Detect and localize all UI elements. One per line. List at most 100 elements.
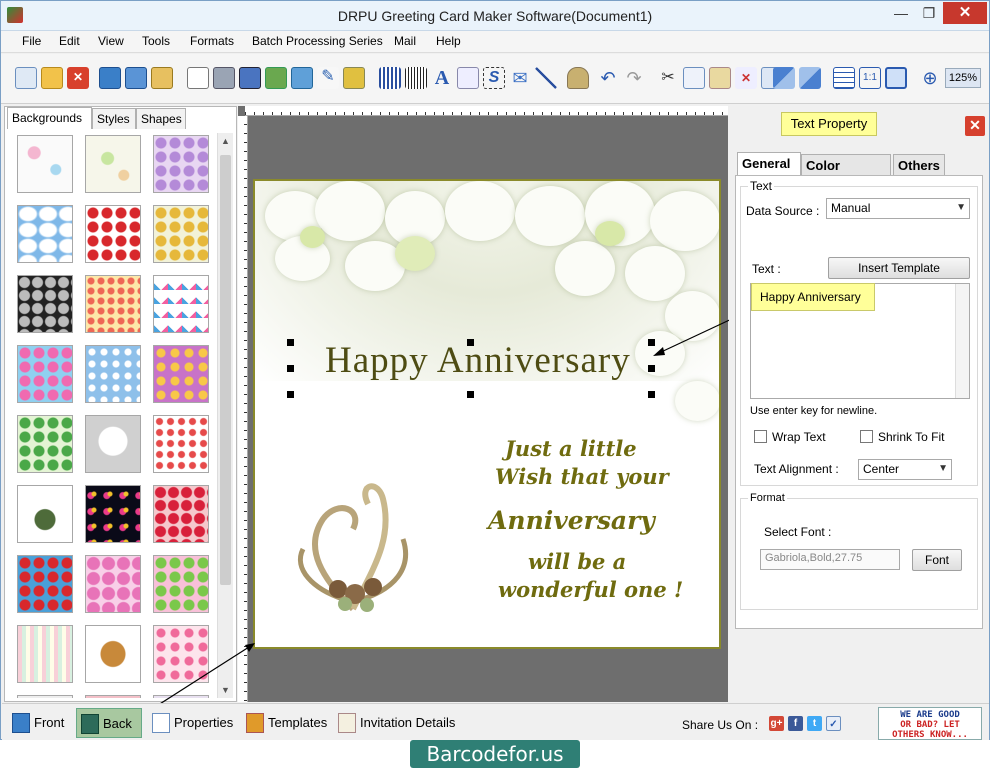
font-field[interactable]: Gabriola,Bold,27.75 <box>760 549 900 570</box>
close-panel-button[interactable]: ✕ <box>965 116 985 136</box>
twitter-icon[interactable]: t <box>807 716 822 731</box>
save-icon[interactable] <box>99 67 121 89</box>
background-thumb[interactable] <box>17 485 73 543</box>
shape-icon[interactable] <box>343 67 365 89</box>
background-thumb[interactable] <box>85 695 141 698</box>
bring-front-icon[interactable] <box>773 67 795 89</box>
database-icon[interactable] <box>567 67 589 89</box>
open-icon[interactable] <box>41 67 63 89</box>
background-thumb[interactable] <box>17 555 73 613</box>
tab-shapes[interactable]: Shapes <box>136 108 186 129</box>
scroll-up-icon[interactable]: ▲ <box>221 136 230 146</box>
menu-view[interactable]: View <box>98 34 124 48</box>
menu-edit[interactable]: Edit <box>59 34 80 48</box>
fit-icon[interactable] <box>885 67 907 89</box>
save-as-icon[interactable] <box>125 67 147 89</box>
background-thumb[interactable] <box>17 135 73 193</box>
text-callout: Happy Anniversary <box>751 283 875 311</box>
background-thumb[interactable] <box>17 695 73 698</box>
background-thumb[interactable] <box>17 625 73 683</box>
data-source-value: Manual <box>831 201 871 215</box>
menu-help[interactable]: Help <box>436 34 461 48</box>
email-icon[interactable]: ✉ <box>509 67 531 89</box>
zoom-level[interactable]: 125% <box>945 68 981 88</box>
properties-button[interactable]: Properties <box>148 708 236 738</box>
background-thumb[interactable] <box>85 625 141 683</box>
text-alignment-select[interactable]: Center ▼ <box>858 459 952 480</box>
actual-size-icon[interactable]: 1:1 <box>859 67 881 89</box>
tab-general[interactable]: General <box>737 152 801 176</box>
menu-formats[interactable]: Formats <box>190 34 234 48</box>
feedback-icon[interactable]: ✓ <box>826 716 841 731</box>
signature-icon[interactable]: S <box>483 67 505 89</box>
menu-tools[interactable]: Tools <box>142 34 170 48</box>
shrink-to-fit-label: Shrink To Fit <box>878 430 945 444</box>
background-thumb[interactable] <box>85 135 141 193</box>
text-group-label: Text <box>748 179 775 193</box>
menu-mail[interactable]: Mail <box>394 34 416 48</box>
new-icon[interactable] <box>15 67 37 89</box>
templates-button[interactable]: Templates <box>242 708 330 738</box>
menu-batch-processing[interactable]: Batch Processing Series <box>252 34 383 48</box>
background-thumb[interactable] <box>153 135 209 193</box>
invitation-details-button[interactable]: Invitation Details <box>334 708 456 738</box>
minimize-button[interactable]: — <box>887 3 915 25</box>
back-button[interactable]: Back <box>76 708 142 738</box>
background-thumb[interactable] <box>17 345 73 403</box>
delete-icon[interactable]: ✕ <box>735 67 757 89</box>
format-group-label: Format <box>748 492 787 504</box>
zoom-in-icon[interactable]: ⊕ <box>919 67 941 89</box>
horizontal-ruler <box>245 106 728 116</box>
cut-icon[interactable]: ✂ <box>657 67 679 89</box>
background-thumb[interactable] <box>153 205 209 263</box>
background-thumb[interactable] <box>85 345 141 403</box>
background-thumb[interactable] <box>85 275 141 333</box>
properties-icon[interactable] <box>187 67 209 89</box>
toolbar: ✕ ✎ A S ✉ ↶ ↷ ✂ ✕ 1:1 ⊕ 125% <box>1 54 989 104</box>
background-thumb[interactable] <box>17 275 73 333</box>
tab-styles[interactable]: Styles <box>92 108 136 129</box>
google-plus-icon[interactable]: g+ <box>769 716 784 731</box>
data-source-select[interactable]: Manual ▼ <box>826 198 970 219</box>
background-thumb[interactable] <box>17 415 73 473</box>
insert-template-button[interactable]: Insert Template <box>828 257 970 279</box>
print-icon[interactable] <box>213 67 235 89</box>
export-icon[interactable] <box>151 67 173 89</box>
undo-icon[interactable]: ↶ <box>597 67 619 89</box>
front-button[interactable]: Front <box>8 708 72 738</box>
background-thumb[interactable] <box>85 555 141 613</box>
paste-icon[interactable] <box>709 67 731 89</box>
redo-icon[interactable]: ↷ <box>623 67 645 89</box>
grid-icon[interactable] <box>833 67 855 89</box>
text-property-panel: Text Property ✕ General Color Effects Ot… <box>729 106 989 702</box>
background-thumb[interactable] <box>85 205 141 263</box>
menu-file[interactable]: File <box>22 34 41 48</box>
word-art-icon[interactable] <box>457 67 479 89</box>
tab-others[interactable]: Others <box>893 154 945 175</box>
barcode2-icon[interactable] <box>405 67 427 89</box>
background-thumb[interactable] <box>17 205 73 263</box>
line-icon[interactable] <box>535 67 557 89</box>
facebook-icon[interactable]: f <box>788 716 803 731</box>
wrap-text-checkbox[interactable] <box>754 430 767 443</box>
close-window-button[interactable]: ✕ <box>943 2 987 24</box>
background-thumb[interactable] <box>85 485 141 543</box>
pencil-icon[interactable]: ✎ <box>317 67 339 89</box>
close-doc-icon[interactable]: ✕ <box>67 67 89 89</box>
background-thumb[interactable] <box>85 415 141 473</box>
tab-backgrounds[interactable]: Backgrounds <box>7 107 92 129</box>
restore-button[interactable]: ❐ <box>915 3 943 25</box>
image-icon[interactable] <box>291 67 313 89</box>
shrink-to-fit-checkbox[interactable] <box>860 430 873 443</box>
feedback-banner[interactable]: WE ARE GOOD OR BAD? LET OTHERS KNOW... <box>878 707 982 740</box>
send-back-icon[interactable] <box>799 67 821 89</box>
tab-color-effects[interactable]: Color Effects <box>801 154 891 188</box>
copy-icon[interactable] <box>683 67 705 89</box>
text-icon[interactable]: A <box>431 67 453 89</box>
barcode-icon[interactable] <box>379 67 401 89</box>
crop-icon[interactable] <box>265 67 287 89</box>
font-button[interactable]: Font <box>912 549 962 571</box>
print-preview-icon[interactable] <box>239 67 261 89</box>
feedback-line: WE ARE GOOD <box>900 710 960 720</box>
text-label: Text : <box>752 262 781 276</box>
